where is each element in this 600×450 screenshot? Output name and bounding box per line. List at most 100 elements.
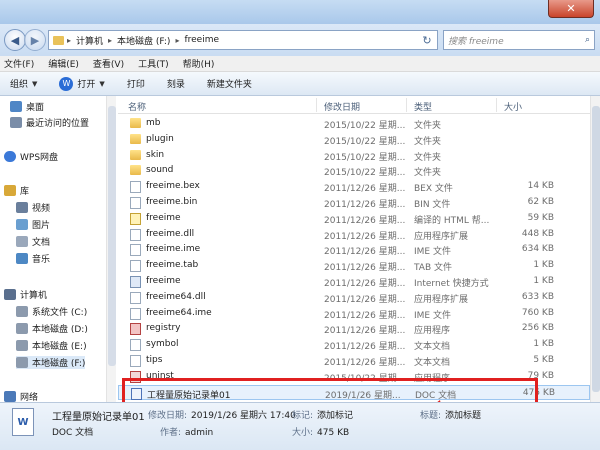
file-row[interactable]: freeime.tab 2011/12/26 星期... TAB 文件 1 KB <box>118 258 590 274</box>
nav-item-recent-places[interactable]: 最近访问的位置 <box>10 116 89 129</box>
file-icon <box>131 387 142 400</box>
video-icon <box>16 202 28 213</box>
chevron-right-icon[interactable]: ▸ <box>175 36 179 45</box>
column-divider[interactable] <box>406 98 407 112</box>
file-name: plugin <box>146 133 174 144</box>
file-list-scrollbar[interactable] <box>590 96 600 402</box>
nav-item-label: 桌面 <box>26 103 45 113</box>
nav-item-libraries[interactable]: 库 <box>4 184 29 197</box>
menu-view[interactable]: 查看(V) <box>93 57 124 70</box>
file-row[interactable]: freeime.ime 2011/12/26 星期... IME 文件 634 KB <box>118 242 590 258</box>
column-header-size[interactable]: 大小 <box>504 100 522 113</box>
file-type: DOC 文档 <box>415 390 457 401</box>
menu-help[interactable]: 帮助(H) <box>183 57 215 70</box>
file-row[interactable]: sound 2015/10/22 星期... 文件夹 <box>118 163 590 179</box>
nav-scrollbar-thumb[interactable] <box>108 106 116 366</box>
column-header-type[interactable]: 类型 <box>414 100 432 113</box>
close-window-button[interactable]: ✕ <box>548 0 594 18</box>
nav-item-label: 本地磁盘 (E:) <box>32 342 87 352</box>
file-row[interactable]: freeime.bex 2011/12/26 星期... BEX 文件 14 KB <box>118 179 590 195</box>
file-row[interactable]: freeime.bin 2011/12/26 星期... BIN 文件 62 KB <box>118 195 590 211</box>
forward-button[interactable]: ▶ <box>24 29 46 51</box>
breadcrumb-freeime[interactable]: freeime <box>182 35 221 45</box>
command-toolbar: 组织 ▼ W 打开 ▼ 打印 刻录 新建文件夹 <box>0 72 600 96</box>
file-name: freeime <box>146 212 181 223</box>
file-row[interactable]: freeime 2011/12/26 星期... 编译的 HTML 帮... 59 K… <box>118 211 590 227</box>
file-name: skin <box>146 149 165 160</box>
breadcrumb-computer[interactable]: 计算机 <box>74 34 105 47</box>
column-divider[interactable] <box>316 98 317 112</box>
menu-tools[interactable]: 工具(T) <box>138 57 169 70</box>
details-title-value[interactable]: 添加标题 <box>445 411 481 421</box>
recent-places-icon <box>10 117 22 128</box>
menu-edit[interactable]: 编辑(E) <box>48 57 79 70</box>
details-tags: 标记: 添加标记 <box>292 408 353 421</box>
file-type: 文件夹 <box>414 152 442 163</box>
file-row[interactable]: registry 2011/12/26 星期... 应用程序 256 KB <box>118 321 590 337</box>
file-size: 1 KB <box>533 260 554 271</box>
column-header-date[interactable]: 修改日期 <box>324 100 360 113</box>
file-row[interactable]: freeime 2011/12/26 星期... Internet 快捷方式 1 KB <box>118 274 590 290</box>
file-row[interactable]: plugin 2015/10/22 星期... 文件夹 <box>118 132 590 148</box>
burn-button[interactable]: 刻录 <box>167 77 185 90</box>
nav-scrollbar[interactable] <box>106 96 116 402</box>
file-date: 2019/1/26 星期... <box>325 390 401 401</box>
file-size: 448 KB <box>521 228 554 239</box>
file-row[interactable]: freeime.dll 2011/12/26 星期... 应用程序扩展 448 KB <box>118 227 590 243</box>
nav-item-drive-c[interactable]: 系统文件 (C:) <box>16 305 87 318</box>
file-type: IME 文件 <box>414 310 451 321</box>
file-date: 2011/12/26 星期... <box>324 310 406 321</box>
address-bar[interactable]: ▸ 计算机 ▸ 本地磁盘 (F:) ▸ freeime <box>48 30 438 50</box>
nav-item-music[interactable]: 音乐 <box>16 252 50 265</box>
navigation-pane: 桌面 最近访问的位置 WPS网盘 库 视频 图片 文档 音乐 计算机 系统文件 … <box>0 96 114 402</box>
chevron-right-icon[interactable]: ▸ <box>108 36 112 45</box>
column-header-name[interactable]: 名称 <box>128 100 146 113</box>
file-name: sound <box>146 165 174 176</box>
nav-item-label: 文档 <box>32 238 51 248</box>
column-divider[interactable] <box>496 98 497 112</box>
refresh-button[interactable]: ↻ <box>418 31 436 49</box>
file-date: 2011/12/26 星期... <box>324 263 406 274</box>
print-button[interactable]: 打印 <box>127 77 145 90</box>
file-row[interactable]: skin 2015/10/22 星期... 文件夹 <box>118 148 590 164</box>
open-button[interactable]: W 打开 ▼ <box>59 76 105 91</box>
file-row[interactable]: symbol 2011/12/26 星期... 文本文档 1 KB <box>118 337 590 353</box>
file-size: 1 KB <box>533 276 554 286</box>
details-title-label: 标题: <box>420 411 442 421</box>
file-name: symbol <box>146 339 179 350</box>
breadcrumb-drive-f[interactable]: 本地磁盘 (F:) <box>115 34 172 47</box>
nav-item-videos[interactable]: 视频 <box>16 201 50 214</box>
nav-item-computer[interactable]: 计算机 <box>4 288 47 301</box>
details-modified-value: 2019/1/26 星期六 17:40 <box>191 411 296 421</box>
file-list-scrollbar-thumb[interactable] <box>592 106 600 392</box>
file-row[interactable]: mb 2015/10/22 星期... 文件夹 <box>118 116 590 132</box>
file-row[interactable]: freeime64.ime 2011/12/26 星期... IME 文件 760 K… <box>118 306 590 322</box>
search-icon[interactable]: ⌕ <box>585 35 590 45</box>
nav-item-drive-e[interactable]: 本地磁盘 (E:) <box>16 339 87 352</box>
organize-label: 组织 <box>10 80 29 90</box>
file-row[interactable]: freeime64.dll 2011/12/26 星期... 应用程序扩展 633 K… <box>118 290 590 306</box>
nav-item-drive-f[interactable]: 本地磁盘 (F:) <box>16 356 86 369</box>
drive-icon <box>16 323 28 334</box>
details-tags-value[interactable]: 添加标记 <box>317 411 353 421</box>
column-header-row: 名称 修改日期 类型 大小 <box>118 96 590 114</box>
file-row[interactable]: tips 2011/12/26 星期... 文本文档 5 KB <box>118 353 590 369</box>
search-input[interactable]: 搜索 freeime ⌕ <box>443 30 595 50</box>
nav-item-documents[interactable]: 文档 <box>16 235 50 248</box>
selected-file-row[interactable]: 工程量原始记录单01 2019/1/26 星期... DOC 文档 475 KB <box>118 384 590 401</box>
file-name: registry <box>146 323 181 334</box>
nav-item-drive-d[interactable]: 本地磁盘 (D:) <box>16 322 88 335</box>
back-button[interactable]: ◀ <box>4 29 26 51</box>
nav-item-network[interactable]: 网络 <box>4 390 38 402</box>
file-type: 文件夹 <box>414 136 442 147</box>
menu-file[interactable]: 文件(F) <box>4 57 34 70</box>
file-size: 79 KB <box>527 370 554 381</box>
nav-item-desktop[interactable]: 桌面 <box>10 100 44 113</box>
nav-item-pictures[interactable]: 图片 <box>16 218 50 231</box>
file-row[interactable]: uninst 2015/10/22 星期... 应用程序 79 KB <box>118 369 590 385</box>
new-folder-button[interactable]: 新建文件夹 <box>207 77 252 90</box>
nav-item-wps-cloud[interactable]: WPS网盘 <box>4 150 58 163</box>
file-type: 文件夹 <box>414 121 442 131</box>
organize-button[interactable]: 组织 ▼ <box>10 77 37 91</box>
file-icon <box>130 212 141 225</box>
